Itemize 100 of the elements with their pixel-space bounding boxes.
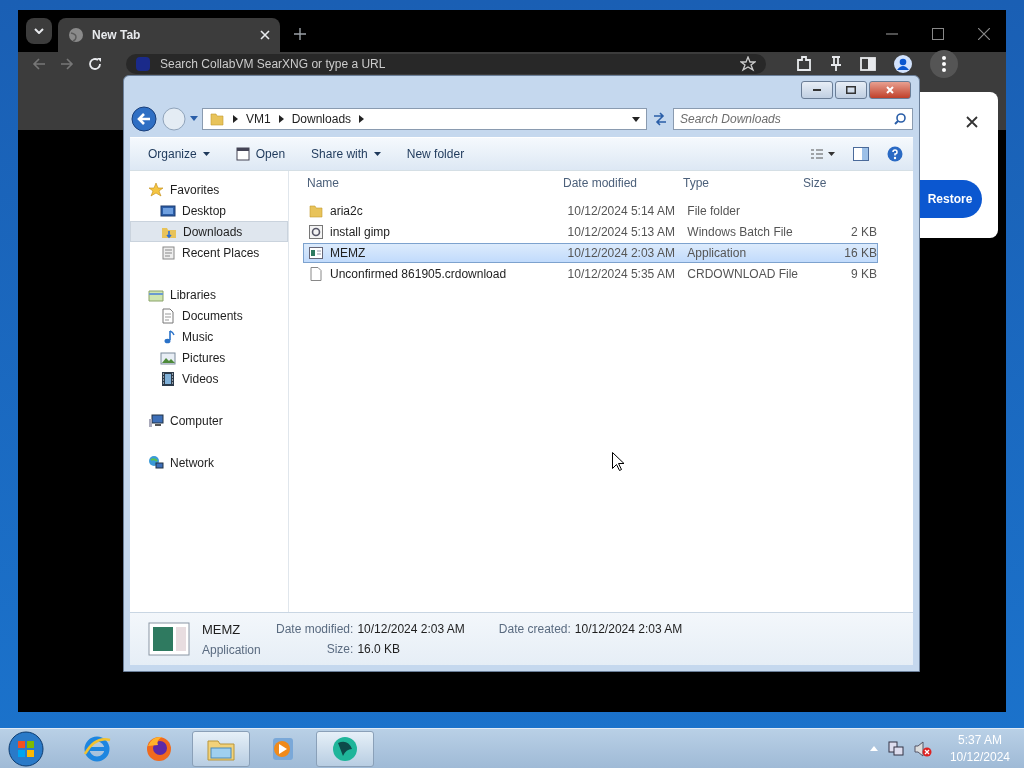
file-name: Unconfirmed 861905.crdownload bbox=[330, 267, 507, 281]
date-modified: 10/12/2024 5:14 AM bbox=[567, 204, 676, 218]
network-icon bbox=[148, 454, 164, 471]
detail-label: Date modified: bbox=[276, 622, 354, 636]
star-outline-icon[interactable] bbox=[740, 56, 756, 72]
restore-button[interactable] bbox=[835, 81, 867, 99]
reload-icon[interactable] bbox=[88, 57, 102, 71]
date-modified: 10/12/2024 5:35 AM bbox=[567, 267, 676, 281]
nav-item[interactable]: Music bbox=[130, 326, 288, 347]
window-icon bbox=[235, 147, 250, 161]
back-button-icon[interactable] bbox=[130, 105, 158, 133]
nav-item[interactable]: Videos bbox=[130, 368, 288, 389]
detail-value: 16.0 KB bbox=[357, 642, 402, 656]
puzzle-icon[interactable] bbox=[796, 56, 812, 72]
caret-icon bbox=[202, 152, 210, 156]
side-panel-icon[interactable] bbox=[860, 57, 876, 71]
clock-time: 5:37 AM bbox=[957, 733, 1002, 747]
file-type: Windows Batch File bbox=[687, 225, 794, 239]
start-orb-icon[interactable] bbox=[8, 730, 44, 767]
close-button[interactable] bbox=[869, 81, 911, 99]
file-row[interactable]: Unconfirmed 861905.crdownload 10/12/2024 5:35 AM CRDOWNLOAD File 9 KB bbox=[303, 264, 878, 284]
forward-arrow-icon[interactable] bbox=[60, 57, 74, 71]
breadcrumb-item[interactable]: Downloads bbox=[291, 112, 352, 126]
nav-item[interactable]: Libraries bbox=[130, 284, 288, 305]
nav-item[interactable]: Desktop bbox=[130, 200, 288, 221]
document-stack-icon bbox=[160, 244, 176, 261]
nav-item[interactable]: Favorites bbox=[130, 179, 288, 200]
nav-item[interactable]: Documents bbox=[130, 305, 288, 326]
maximize-icon[interactable] bbox=[932, 28, 944, 40]
speaker-muted-icon[interactable] bbox=[913, 740, 932, 757]
document-icon bbox=[160, 307, 176, 324]
file-type: CRDOWNLOAD File bbox=[687, 267, 799, 281]
toolbar-button[interactable]: Organize bbox=[140, 144, 218, 164]
detail-value: 10/12/2024 2:03 AM bbox=[357, 622, 465, 636]
close-icon bbox=[886, 86, 894, 94]
file-type: Application bbox=[202, 642, 262, 657]
tab-search-button[interactable] bbox=[26, 18, 52, 44]
file-type: File folder bbox=[687, 204, 742, 218]
minimize-button[interactable] bbox=[801, 81, 833, 99]
picture-icon bbox=[160, 349, 176, 366]
detail-label: Date created: bbox=[498, 622, 571, 636]
column-header[interactable]: Type bbox=[683, 176, 803, 190]
column-header[interactable]: Size bbox=[803, 176, 873, 190]
browser-tab[interactable]: New Tab bbox=[58, 18, 280, 52]
caret-icon[interactable] bbox=[632, 116, 640, 122]
view-list-icon[interactable] bbox=[811, 149, 835, 159]
back-arrow-icon[interactable] bbox=[32, 57, 46, 71]
monitor-icon bbox=[160, 202, 176, 219]
help-icon[interactable] bbox=[887, 146, 903, 162]
toolbar-button[interactable]: Open bbox=[227, 144, 294, 164]
file-size: 2 KB bbox=[850, 225, 877, 239]
address-bar[interactable]: VM1 Downloads bbox=[202, 108, 647, 130]
menu-icon[interactable] bbox=[930, 50, 958, 78]
date-modified: 10/12/2024 2:03 AM bbox=[567, 246, 676, 260]
nav-item[interactable]: Computer bbox=[130, 410, 288, 431]
pin-icon[interactable] bbox=[830, 56, 842, 72]
folder-icon bbox=[209, 111, 225, 127]
plus-icon[interactable] bbox=[294, 28, 306, 40]
file-row[interactable]: install gimp 10/12/2024 5:13 AM Windows Batch File 2 KB bbox=[303, 222, 878, 242]
chevron-down-icon bbox=[34, 28, 44, 34]
film-icon bbox=[160, 370, 176, 387]
nav-item[interactable]: Pictures bbox=[130, 347, 288, 368]
file-size: 9 KB bbox=[850, 267, 877, 281]
avatar-icon[interactable] bbox=[894, 55, 912, 73]
globe-icon bbox=[68, 27, 84, 43]
toolbar-button[interactable]: New folder bbox=[398, 144, 473, 164]
star-icon bbox=[148, 181, 164, 198]
date-modified: 10/12/2024 5:13 AM bbox=[567, 225, 676, 239]
file-name: MEMZ bbox=[330, 246, 366, 260]
toolbar-button[interactable]: Share with bbox=[303, 144, 389, 164]
close-icon[interactable] bbox=[978, 28, 990, 40]
column-header[interactable]: Date modified bbox=[563, 176, 683, 190]
preview-pane-icon[interactable] bbox=[853, 147, 869, 161]
detail-value: 10/12/2024 2:03 AM bbox=[574, 622, 683, 636]
search-placeholder: Search Downloads bbox=[680, 112, 781, 126]
tab-title: New Tab bbox=[92, 28, 142, 42]
file-row[interactable]: MEMZ 10/12/2024 2:03 AM Application 16 KB bbox=[303, 243, 878, 263]
address-placeholder: Search CollabVM SearXNG or type a URL bbox=[160, 57, 387, 71]
nav-item[interactable]: Recent Places bbox=[130, 242, 288, 263]
restore-button[interactable]: Restore bbox=[920, 180, 982, 218]
application-icon bbox=[148, 622, 190, 656]
network-icon[interactable] bbox=[887, 740, 904, 757]
caret-icon bbox=[373, 152, 381, 156]
search-icon bbox=[894, 113, 906, 125]
nav-item[interactable]: Network bbox=[130, 452, 288, 473]
refresh-icon[interactable] bbox=[651, 111, 669, 127]
close-icon[interactable] bbox=[966, 116, 978, 128]
file-name: aria2c bbox=[330, 204, 363, 218]
breadcrumb-item[interactable]: VM1 bbox=[246, 112, 271, 126]
chevron-right-icon bbox=[233, 115, 238, 123]
nav-item[interactable]: Downloads bbox=[130, 221, 288, 242]
taskbar-button[interactable] bbox=[316, 730, 374, 767]
clock-date: 10/12/2024 bbox=[949, 750, 1010, 764]
file-row[interactable]: aria2c 10/12/2024 5:14 AM File folder bbox=[303, 201, 878, 221]
column-header[interactable]: Name bbox=[303, 176, 563, 190]
detail-label: Size: bbox=[325, 642, 354, 656]
address-bar[interactable]: Search CollabVM SearXNG or type a URL bbox=[126, 54, 766, 74]
minimize-icon bbox=[813, 89, 821, 91]
search-field[interactable]: Search Downloads bbox=[673, 108, 913, 130]
file-type: Application bbox=[687, 246, 748, 260]
